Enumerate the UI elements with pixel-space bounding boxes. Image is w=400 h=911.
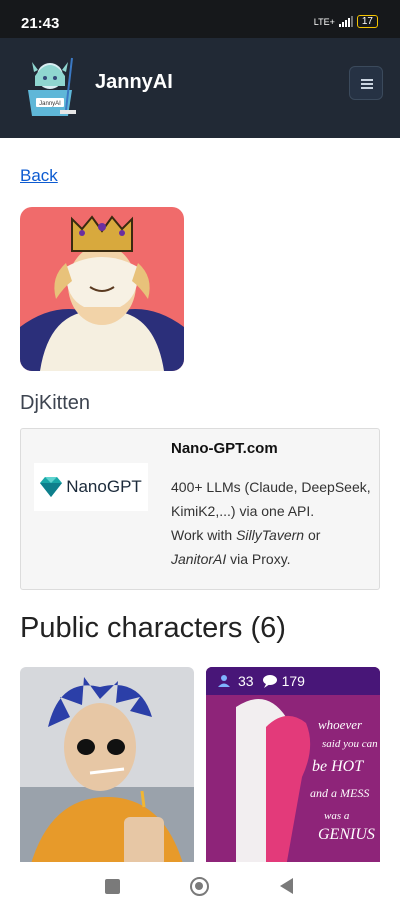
chats-count: 33 — [238, 673, 254, 689]
users-icon — [218, 675, 230, 687]
svg-text:GENIUS: GENIUS — [318, 826, 375, 843]
status-bar: 21:43 LTE+ 17 — [0, 0, 400, 38]
top-navbar: JannyAI JannyAI — [0, 38, 400, 138]
sponsored-ad[interactable]: NanoGPT Nano-GPT.com 400+ LLMs (Claude, … — [20, 428, 380, 590]
status-icons: LTE+ 17 — [314, 15, 378, 28]
network-label: LTE+ — [313, 16, 335, 27]
chats-stat: 33 — [218, 673, 254, 689]
character-card[interactable] — [20, 667, 194, 867]
character-card[interactable]: whoever said you can be HOT and a MESS w… — [206, 667, 380, 867]
menu-toggle-button[interactable] — [349, 66, 383, 100]
nanogpt-logo[interactable]: NanoGPT — [34, 463, 148, 511]
character-image: whoever said you can be HOT and a MESS w… — [206, 667, 380, 867]
chat-bubble-icon — [262, 675, 277, 688]
ad-line-1: 400+ LLMs (Claude, DeepSeek, KimiK2,...)… — [171, 479, 371, 519]
svg-text:and a MESS: and a MESS — [310, 786, 369, 800]
status-time: 21:43 — [21, 15, 60, 32]
janitorai-text: JanitorAI — [171, 551, 227, 567]
svg-text:said you can: said you can — [322, 738, 378, 750]
back-link[interactable]: Back — [20, 166, 58, 186]
messages-count: 179 — [281, 673, 305, 689]
battery-icon: 17 — [356, 15, 378, 28]
ad-description: 400+ LLMs (Claude, DeepSeek, KimiK2,...)… — [171, 475, 376, 571]
svg-text:be HOT: be HOT — [312, 758, 364, 775]
profile-username: DjKitten — [20, 392, 91, 414]
svg-text:whoever: whoever — [318, 717, 363, 732]
brand-name[interactable]: JannyAI — [95, 71, 173, 94]
ad-title[interactable]: Nano-GPT.com — [171, 440, 278, 457]
messages-stat: 179 — [262, 673, 305, 689]
character-stats: 33 179 — [206, 667, 380, 695]
hamburger-icon — [361, 79, 373, 81]
signal-icon — [338, 16, 353, 27]
ad-logo-name: NanoGPT — [66, 477, 142, 496]
home-button[interactable] — [190, 877, 209, 896]
diamond-icon — [40, 477, 63, 497]
recent-apps-button[interactable] — [105, 879, 120, 894]
ad-line-2: Work with SillyTavern or JanitorAI via P… — [171, 527, 321, 567]
system-navigation-bar — [0, 862, 400, 911]
jannyai-logo[interactable]: JannyAI — [20, 54, 80, 118]
user-avatar — [20, 207, 184, 371]
svg-text:was a: was a — [324, 810, 350, 822]
character-image — [20, 667, 194, 867]
sillytavern-text: SillyTavern — [236, 527, 305, 543]
back-button[interactable] — [280, 878, 293, 894]
public-characters-heading: Public characters (6) — [20, 612, 286, 644]
logo-text: JannyAI — [39, 101, 61, 107]
